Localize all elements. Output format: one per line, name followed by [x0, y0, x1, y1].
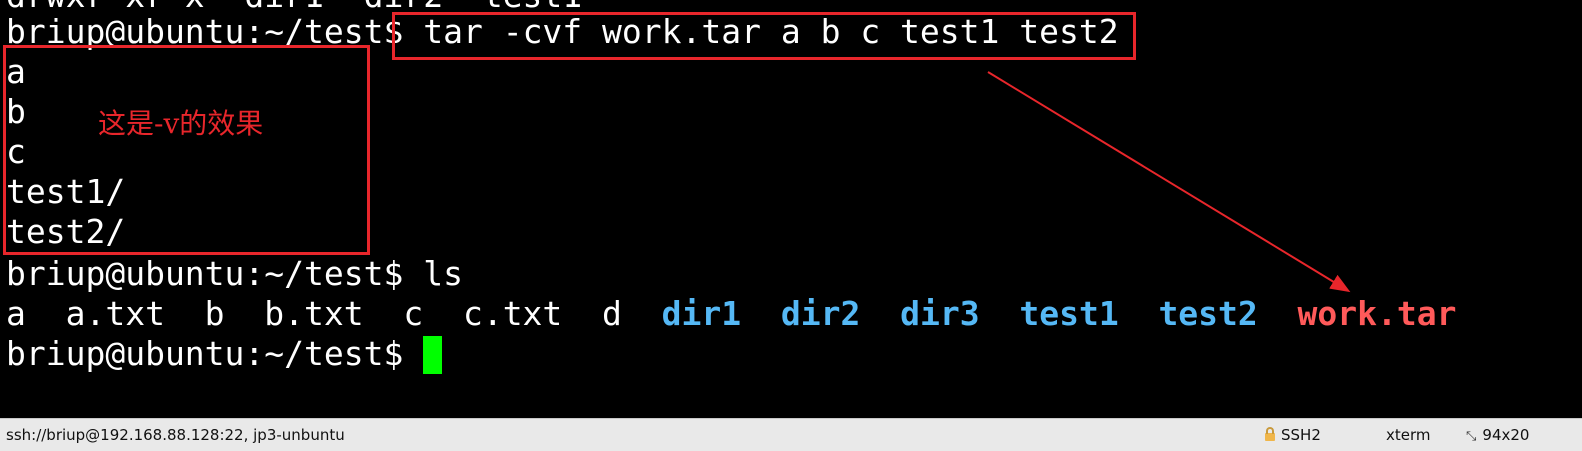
annotation-arrow	[987, 71, 1351, 293]
terminal-size-label: 94x20	[1482, 426, 1530, 444]
protocol-indicator: SSH2	[1265, 425, 1321, 445]
connection-info: ssh://briup@192.168.88.128:22, jp3-unbun…	[6, 426, 345, 444]
lock-icon	[1265, 427, 1275, 441]
terminal-type: xterm	[1386, 426, 1431, 444]
terminal-size: ⤡ 94x20	[1466, 425, 1529, 447]
resize-icon: ⤡	[1466, 429, 1477, 444]
protocol-label: SSH2	[1281, 426, 1321, 444]
terminal-area[interactable]: drwxr-xr-x dir1 dir2 test1 briup@ubuntu:…	[0, 0, 1582, 418]
status-bar: ssh://briup@192.168.88.128:22, jp3-unbun…	[0, 418, 1582, 451]
ssh-terminal-window: drwxr-xr-x dir1 dir2 test1 briup@ubuntu:…	[0, 0, 1582, 451]
arrow-line	[987, 71, 1351, 293]
